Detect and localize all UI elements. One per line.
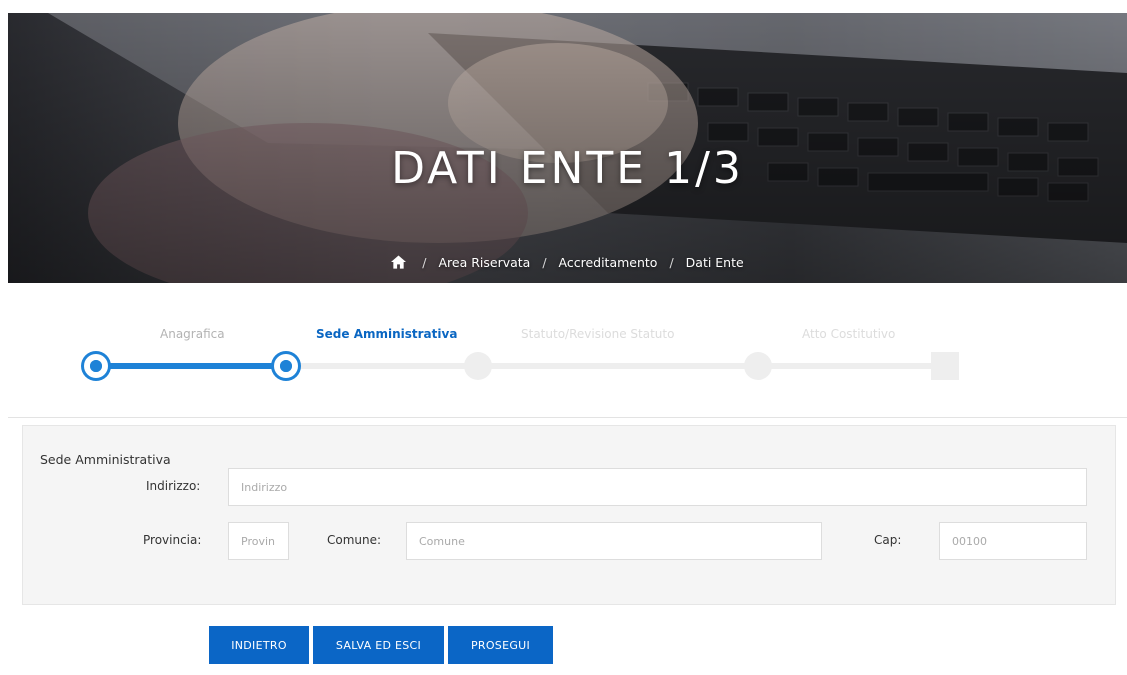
stepper-track-pending xyxy=(286,363,946,369)
breadcrumb: / Area Riservata / Accreditamento / Dati… xyxy=(8,255,1127,270)
stepper-track-completed xyxy=(100,363,286,369)
step-dot-statuto xyxy=(464,352,492,380)
provincia-label: Provincia: xyxy=(143,533,202,547)
step-label-atto-costitutivo: Atto Costitutivo xyxy=(802,327,896,341)
save-and-exit-button[interactable]: SALVA ED ESCI xyxy=(313,626,444,664)
form-panel xyxy=(22,425,1116,605)
next-button[interactable]: PROSEGUI xyxy=(448,626,553,664)
breadcrumb-separator: / xyxy=(669,255,674,270)
indirizzo-label: Indirizzo: xyxy=(146,479,201,493)
page-title: DATI ENTE 1/3 xyxy=(391,143,744,194)
step-label-anagrafica: Anagrafica xyxy=(160,327,225,341)
step-dot-atto-costitutivo xyxy=(744,352,772,380)
indirizzo-input[interactable] xyxy=(228,468,1087,506)
progress-stepper: Anagrafica Sede Amministrativa Statuto/R… xyxy=(0,300,1127,390)
breadcrumb-item-area-riservata[interactable]: Area Riservata xyxy=(438,255,530,270)
provincia-input[interactable] xyxy=(228,522,289,560)
cap-label: Cap: xyxy=(874,533,902,547)
back-button[interactable]: INDIETRO xyxy=(209,626,309,664)
cap-input[interactable] xyxy=(939,522,1087,560)
breadcrumb-item-dati-ente: Dati Ente xyxy=(685,255,744,270)
step-label-statuto: Statuto/Revisione Statuto xyxy=(521,327,675,341)
step-end-marker xyxy=(931,352,959,380)
breadcrumb-item-accreditamento[interactable]: Accreditamento xyxy=(559,255,658,270)
comune-input[interactable] xyxy=(406,522,822,560)
section-title: Sede Amministrativa xyxy=(40,452,171,467)
breadcrumb-separator: / xyxy=(422,255,427,270)
comune-label: Comune: xyxy=(327,533,382,547)
section-divider xyxy=(8,417,1127,418)
step-dot-anagrafica[interactable] xyxy=(84,354,108,378)
step-dot-sede-amministrativa[interactable] xyxy=(274,354,298,378)
step-label-sede-amministrativa: Sede Amministrativa xyxy=(316,327,458,341)
hero-banner: DATI ENTE 1/3 / Area Riservata / Accredi… xyxy=(8,13,1127,283)
breadcrumb-separator: / xyxy=(542,255,547,270)
home-icon[interactable] xyxy=(391,255,407,269)
